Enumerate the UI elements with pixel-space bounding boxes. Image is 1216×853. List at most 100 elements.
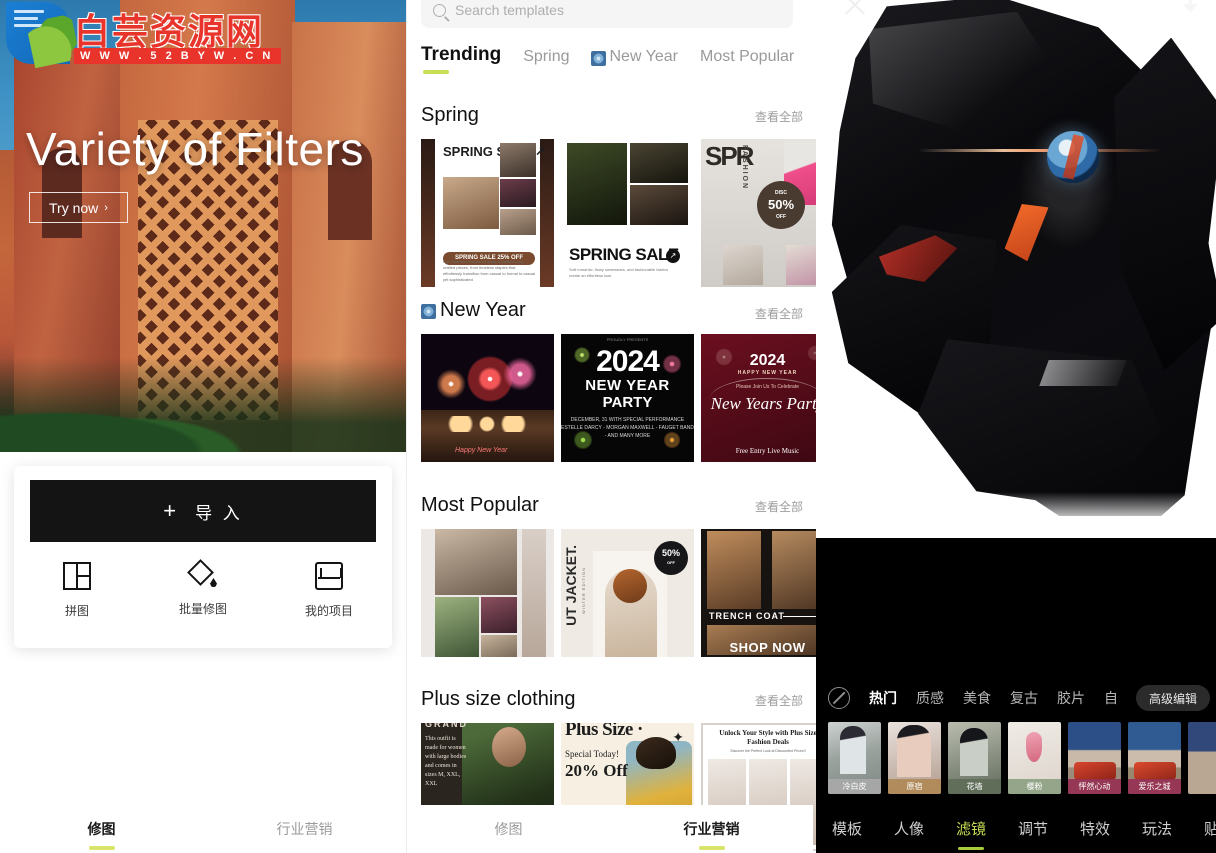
editor-nav-sticker[interactable]: 贴纸 xyxy=(1188,818,1216,839)
template-card[interactable]: SPR FASHION DISC 50% OFF xyxy=(701,139,816,287)
section-title: New Year xyxy=(421,299,526,322)
import-button[interactable]: + 导 入 xyxy=(30,480,376,542)
tab-new-year[interactable]: New Year xyxy=(591,48,678,74)
template-body: This outfit is made for women with large… xyxy=(425,736,467,787)
try-now-label: Try now xyxy=(49,199,99,216)
filter-item[interactable]: 原宿 xyxy=(888,722,941,794)
collage-icon xyxy=(63,562,91,590)
badge-sub: OFF xyxy=(667,560,675,565)
fireworks-icon xyxy=(421,304,436,319)
download-icon[interactable] xyxy=(1180,0,1202,18)
template-details: DECEMBER, 31 WITH SPECIAL PERFORMANCE ES… xyxy=(561,417,694,439)
editor-photo-canvas[interactable] xyxy=(816,0,1216,538)
template-card[interactable]: SPRING SALE ↗ Soft romantic, flowy swimw… xyxy=(561,139,694,287)
arrow-icon: ↗ xyxy=(666,249,680,263)
advanced-edit-button[interactable]: 高级编辑 xyxy=(1135,685,1210,711)
try-now-button[interactable]: Try now › xyxy=(29,192,128,223)
category-film[interactable]: 胶片 xyxy=(1057,688,1085,708)
see-all-link[interactable]: 查看全部 xyxy=(755,108,803,125)
filter-label xyxy=(1188,779,1216,794)
category-retro[interactable]: 复古 xyxy=(1010,688,1038,708)
editor-nav-template[interactable]: 模板 xyxy=(816,818,878,839)
discount-badge: 50% OFF xyxy=(654,541,688,575)
editor-nav-effects[interactable]: 特效 xyxy=(1064,818,1126,839)
editor-bottom-nav: 模板 人像 滤镜 调节 特效 玩法 贴纸 xyxy=(816,803,1216,853)
filter-label: 冷白皮 xyxy=(828,779,881,794)
star-icon: ✦ xyxy=(672,729,684,745)
close-icon[interactable] xyxy=(842,0,868,18)
template-special: Special Today! xyxy=(565,749,619,759)
section-title: Spring xyxy=(421,104,479,126)
quick-action-label: 批量修图 xyxy=(178,602,227,616)
search-icon xyxy=(433,3,446,17)
see-all-link[interactable]: 查看全部 xyxy=(755,498,803,515)
template-card[interactable]: 2024 HAPPY NEW YEAR Please Join Us To Ce… xyxy=(701,334,816,462)
template-card[interactable]: SPRING SALE ↗ SPRING SALE 25% OFF Our co… xyxy=(421,139,554,287)
filter-item[interactable] xyxy=(1188,722,1216,794)
filter-item[interactable]: 冷白皮 xyxy=(828,722,881,794)
see-all-link[interactable]: 查看全部 xyxy=(755,305,803,322)
app-screen: Variety of Filters Try now › 白芸资源网 W W W… xyxy=(0,0,1216,853)
editor-nav-portrait[interactable]: 人像 xyxy=(878,818,940,839)
tab-spring[interactable]: Spring xyxy=(523,48,569,74)
see-all-link[interactable]: 查看全部 xyxy=(755,692,803,709)
template-discount: 20% Off xyxy=(565,761,628,780)
filter-item[interactable]: 樱粉 xyxy=(1008,722,1061,794)
category-nature[interactable]: 自 xyxy=(1104,688,1120,708)
template-card[interactable]: PROUDLY PRESENTS 2024 NEW YEAR PARTY DEC… xyxy=(561,334,694,462)
filter-item[interactable]: 花墙 xyxy=(948,722,1001,794)
section-new-year: New Year 查看全部 Happy New Year PROUDLY PRE… xyxy=(407,299,816,462)
left-nav-item-marketing[interactable]: 行业营销 xyxy=(203,819,406,839)
editor-nav-adjust[interactable]: 调节 xyxy=(1002,818,1064,839)
filter-item[interactable]: 爱乐之城 xyxy=(1128,722,1181,794)
template-search-bar[interactable]: Search templates xyxy=(421,0,793,28)
template-card[interactable]: Happy New Year xyxy=(421,334,554,462)
quick-action-batch-edit[interactable]: 批量修图 xyxy=(140,559,266,619)
template-small-text: WINTER EDITION xyxy=(581,567,586,615)
watermark-url: W W W . 5 2 B Y W . C N xyxy=(74,48,282,64)
filter-thumbnail-row: 冷白皮 原宿 花墙 樱粉 怦然心动 爱乐之城 xyxy=(816,722,1216,798)
section-header: Spring 查看全部 xyxy=(407,104,816,127)
filter-label: 爱乐之城 xyxy=(1128,779,1181,794)
tab-most-popular[interactable]: Most Popular xyxy=(700,48,794,74)
template-happy: HAPPY NEW YEAR xyxy=(737,370,798,376)
filter-item[interactable]: 怦然心动 xyxy=(1068,722,1121,794)
template-headline: Unlock Your Style with Plus Size Fashion… xyxy=(719,729,816,746)
tab-trending[interactable]: Trending xyxy=(421,44,501,74)
template-script: New Years Party xyxy=(710,394,816,413)
my-projects-icon xyxy=(315,562,343,590)
filter-label: 原宿 xyxy=(888,779,941,794)
no-filter-icon[interactable] xyxy=(828,687,850,709)
category-hot[interactable]: 热门 xyxy=(869,688,897,708)
mid-nav-item-marketing[interactable]: 行业营销 xyxy=(610,819,813,839)
mid-nav-item-retouch[interactable]: 修图 xyxy=(407,819,610,839)
quick-action-label: 我的项目 xyxy=(304,604,353,618)
category-texture[interactable]: 质感 xyxy=(916,688,944,708)
tab-label: Spring xyxy=(523,48,570,65)
hero-foliage xyxy=(0,357,406,452)
quick-actions-row: 拼图 批量修图 我的项目 xyxy=(14,559,392,619)
editor-nav-filter[interactable]: 滤镜 xyxy=(940,818,1002,839)
badge-main: 50% xyxy=(767,197,795,212)
section-header: New Year 查看全部 xyxy=(407,299,816,322)
template-footer: Free Entry Live Music xyxy=(735,447,800,455)
filter-category-row: 热门 质感 美食 复古 胶片 自 高级编辑 xyxy=(816,683,1216,713)
right-panel-editor: 热门 质感 美食 复古 胶片 自 高级编辑 冷白皮 原宿 花墙 樱粉 怦然心动 … xyxy=(816,0,1216,853)
section-title: Most Popular xyxy=(421,494,539,516)
template-card-row: Happy New Year PROUDLY PRESENTS 2024 NEW… xyxy=(407,334,816,462)
template-line2: NEW YEAR xyxy=(585,377,670,394)
tab-label: New Year xyxy=(609,48,678,65)
template-card[interactable] xyxy=(421,529,554,657)
template-card[interactable]: TRENCH COAT SHOP NOW xyxy=(701,529,816,657)
left-nav-item-retouch[interactable]: 修图 xyxy=(0,819,203,839)
quick-action-my-projects[interactable]: 我的项目 xyxy=(266,562,392,619)
section-most-popular: Most Popular 查看全部 UT JACKET. WINTER EDIT… xyxy=(407,494,816,657)
template-body: Our collection boasts an array of meticu… xyxy=(443,259,535,282)
category-food[interactable]: 美食 xyxy=(963,688,991,708)
editor-nav-play[interactable]: 玩法 xyxy=(1126,818,1188,839)
template-card[interactable]: UT JACKET. WINTER EDITION 50% OFF xyxy=(561,529,694,657)
left-panel-home: Variety of Filters Try now › 白芸资源网 W W W… xyxy=(0,0,406,853)
filter-label: 樱粉 xyxy=(1008,779,1061,794)
quick-action-collage[interactable]: 拼图 xyxy=(14,562,140,619)
mid-bottom-nav: 修图 行业营销 xyxy=(407,805,813,853)
